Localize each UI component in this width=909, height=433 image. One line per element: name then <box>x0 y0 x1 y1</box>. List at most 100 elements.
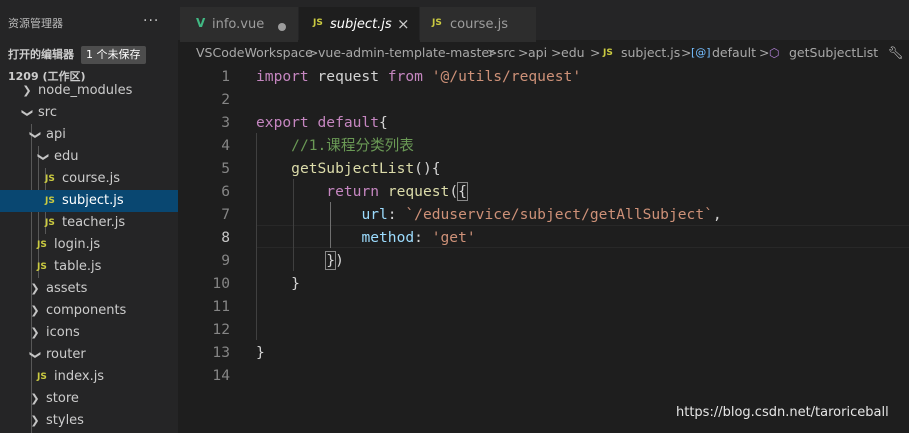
tree-folder-store[interactable]: ❯ store <box>0 388 178 410</box>
close-icon[interactable]: × <box>397 15 410 33</box>
tree-item-label: router <box>46 347 86 362</box>
tree-folder-api[interactable]: ❯ api <box>0 124 178 146</box>
more-actions-icon[interactable]: ··· <box>143 14 159 28</box>
tree-item-label: table.js <box>54 259 102 274</box>
tree-file-table-js[interactable]: JS table.js <box>0 256 178 278</box>
line-number: 11 <box>212 298 230 315</box>
line-number: 6 <box>221 183 230 200</box>
bracket-match: } <box>325 251 337 270</box>
code-line-5: getSubjectList(){ <box>256 157 440 180</box>
code-token: request <box>308 68 388 85</box>
code-editor[interactable]: 1 2 3 4 5 6 7 8 9 10 11 12 13 14 import … <box>178 64 909 433</box>
tree-item-label: teacher.js <box>62 215 126 230</box>
breadcrumb-symbol[interactable]: default <box>712 42 756 64</box>
tree-file-subject-js[interactable]: JS subject.js <box>0 190 178 212</box>
code-line-9: }) <box>256 249 344 272</box>
tree-file-login-js[interactable]: JS login.js <box>0 234 178 256</box>
code-token: : <box>414 229 432 246</box>
editor-tabs: V info.vue JS subject.js × JS course.js <box>178 0 909 42</box>
code-line-4: //1.课程分类列表 <box>256 134 414 157</box>
code-token: , <box>712 206 722 223</box>
breadcrumb-file[interactable]: subject.js <box>621 42 680 64</box>
line-number: 4 <box>221 137 230 154</box>
tree-item-label: icons <box>46 325 80 340</box>
tree-folder-assets[interactable]: ❯ assets <box>0 278 178 300</box>
wrench-icon: 🔧︎ <box>888 45 904 60</box>
line-number: 14 <box>212 367 230 384</box>
vue-file-icon: V <box>196 16 206 30</box>
tab-course-js[interactable]: JS course.js <box>420 7 536 42</box>
js-file-icon: JS <box>313 18 323 28</box>
tab-label: subject.js <box>330 17 392 32</box>
tree-item-label: login.js <box>54 237 101 252</box>
symbol-method-icon: ⬡ <box>769 46 780 60</box>
tree-item-label: node_modules <box>38 83 133 98</box>
js-file-icon: JS <box>603 48 613 58</box>
tab-label: info.vue <box>212 17 265 32</box>
breadcrumb-item[interactable]: api <box>528 42 547 64</box>
code-token: ( <box>449 183 459 200</box>
line-number: 13 <box>212 344 230 361</box>
tree-file-index-js[interactable]: JS index.js <box>0 366 178 388</box>
js-file-icon: JS <box>45 218 55 228</box>
chevron-down-icon: ❯ <box>21 108 34 118</box>
code-token: request <box>387 183 450 200</box>
line-number: 3 <box>221 114 230 131</box>
tree-item-label: subject.js <box>62 193 124 208</box>
chevron-right-icon: ❯ <box>30 392 40 405</box>
tree-file-teacher-js[interactable]: JS teacher.js <box>0 212 178 234</box>
line-number: 9 <box>221 252 230 269</box>
tree-folder-components[interactable]: ❯ components <box>0 300 178 322</box>
code-token: return <box>326 183 380 200</box>
code-token: export <box>256 114 309 131</box>
breadcrumb-item[interactable]: vue-admin-template-master <box>318 42 494 64</box>
breadcrumb-item[interactable]: edu <box>561 42 585 64</box>
tree-folder-icons[interactable]: ❯ icons <box>0 322 178 344</box>
symbol-variable-icon: [@] <box>691 46 711 59</box>
explorer-sidebar: 资源管理器 ··· 打开的编辑器 1 个未保存 1209 (工作区) ❯ nod… <box>0 0 178 433</box>
tree-folder-node-modules[interactable]: ❯ node_modules <box>0 80 178 102</box>
code-token: default <box>317 114 380 131</box>
chevron-right-icon: ❯ <box>22 84 32 97</box>
tree-folder-src[interactable]: ❯ src <box>0 102 178 124</box>
code-token: : <box>387 206 406 223</box>
chevron-right-icon: > <box>590 45 601 60</box>
code-token: } <box>256 344 265 361</box>
breadcrumb-symbol[interactable]: getSubjectList <box>789 42 878 64</box>
tree-item-label: api <box>46 127 66 142</box>
code-token: from <box>387 68 423 85</box>
code-token: 'get' <box>431 229 476 246</box>
code-token: } <box>291 275 300 292</box>
open-editors-section[interactable]: 打开的编辑器 1 个未保存 <box>0 44 178 66</box>
line-number: 1 <box>221 68 230 85</box>
tab-subject-js[interactable]: JS subject.js × <box>299 7 419 42</box>
code-token: method <box>361 229 415 246</box>
code-line-13: } <box>256 341 265 364</box>
tree-item-label: styles <box>46 413 84 428</box>
code-line-10: } <box>256 272 300 295</box>
explorer-header: 资源管理器 ··· <box>0 0 178 40</box>
open-editors-label: 打开的编辑器 <box>8 48 74 61</box>
tree-folder-router[interactable]: ❯ router <box>0 344 178 366</box>
line-number: 12 <box>212 321 230 338</box>
code-comment: //1.课程分类列表 <box>291 137 414 154</box>
chevron-right-icon: ❯ <box>30 282 40 295</box>
tab-label: course.js <box>450 17 508 32</box>
tree-item-label: components <box>46 303 127 318</box>
breadcrumb-item[interactable]: VSCodeWorkspace <box>196 42 313 64</box>
js-file-icon: JS <box>37 372 47 382</box>
line-number: 7 <box>221 206 230 223</box>
code-token: { <box>379 114 388 131</box>
breadcrumb-item[interactable]: src <box>497 42 515 64</box>
js-file-icon: JS <box>37 240 47 250</box>
code-token: getSubjectList <box>291 160 415 177</box>
tab-info-vue[interactable]: V info.vue <box>180 7 298 42</box>
tree-file-course-js[interactable]: JS course.js <box>0 168 178 190</box>
chevron-down-icon: ❯ <box>29 130 42 140</box>
line-number: 10 <box>212 275 230 292</box>
tree-folder-styles[interactable]: ❯ styles <box>0 410 178 432</box>
chevron-right-icon: > <box>518 45 529 60</box>
tree-folder-edu[interactable]: ❯ edu <box>0 146 178 168</box>
unsaved-dot-icon[interactable] <box>278 23 286 31</box>
code-line-7: url: `/eduservice/subject/getAllSubject`… <box>256 203 722 226</box>
